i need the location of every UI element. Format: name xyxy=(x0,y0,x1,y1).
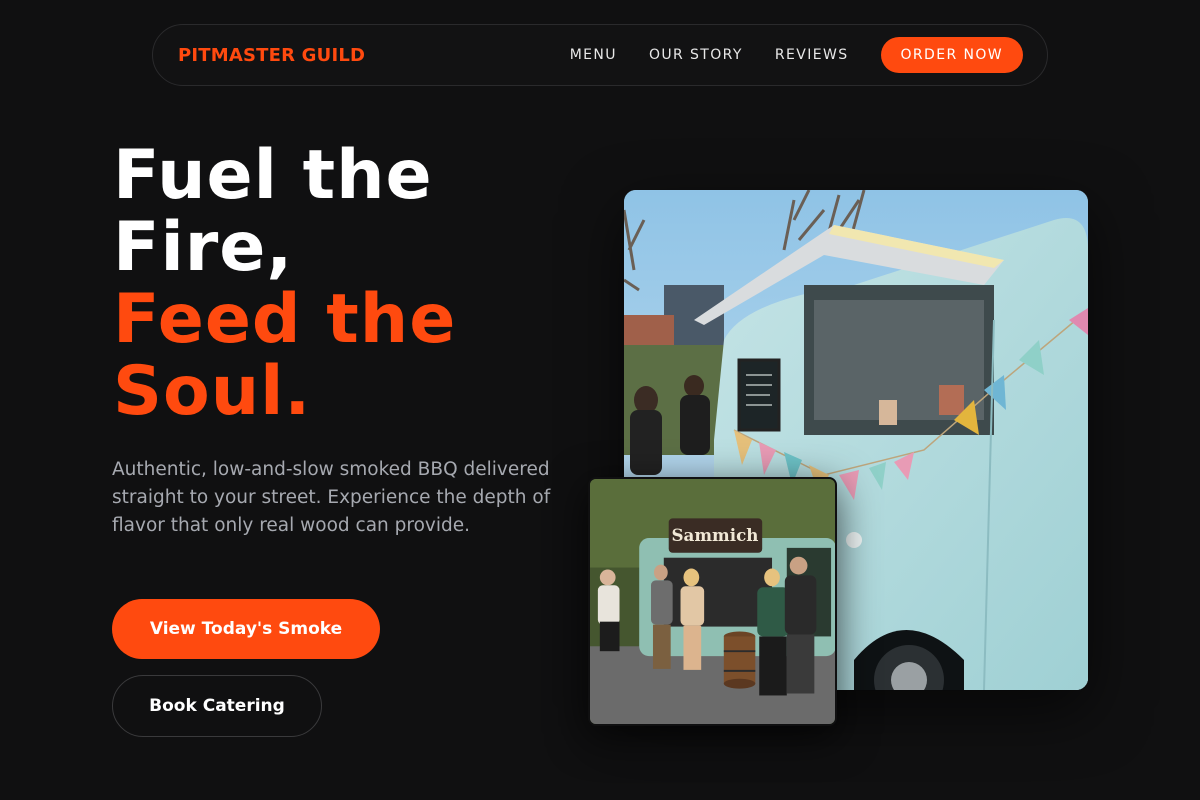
sammich-truck-photo: Sammich xyxy=(588,477,837,726)
nav-link-our-story[interactable]: OUR STORY xyxy=(649,47,743,63)
hero-title-accent-line-1: Feed the xyxy=(113,280,457,359)
book-catering-button[interactable]: Book Catering xyxy=(112,675,322,737)
nav-link-menu[interactable]: MENU xyxy=(570,47,617,63)
hero-title-accent-line-2: Soul. xyxy=(113,352,312,431)
nav-link-reviews[interactable]: REVIEWS xyxy=(775,47,849,63)
sammich-sign: Sammich xyxy=(671,525,758,545)
hero-title: Fuel the Fire, Feed the Soul. xyxy=(113,140,573,428)
order-now-button[interactable]: ORDER NOW xyxy=(880,37,1023,73)
nav-links: MENU OUR STORY REVIEWS ORDER NOW xyxy=(570,37,1023,73)
view-todays-smoke-button[interactable]: View Today's Smoke xyxy=(112,599,380,659)
hero-title-line-1: Fuel the xyxy=(113,136,433,215)
brand-logo[interactable]: PITMASTER GUILD xyxy=(178,45,365,66)
top-navigation: PITMASTER GUILD MENU OUR STORY REVIEWS O… xyxy=(152,24,1048,86)
hero-title-line-2: Fire, xyxy=(113,208,294,287)
hero-description: Authentic, low-and-slow smoked BBQ deliv… xyxy=(112,459,551,536)
